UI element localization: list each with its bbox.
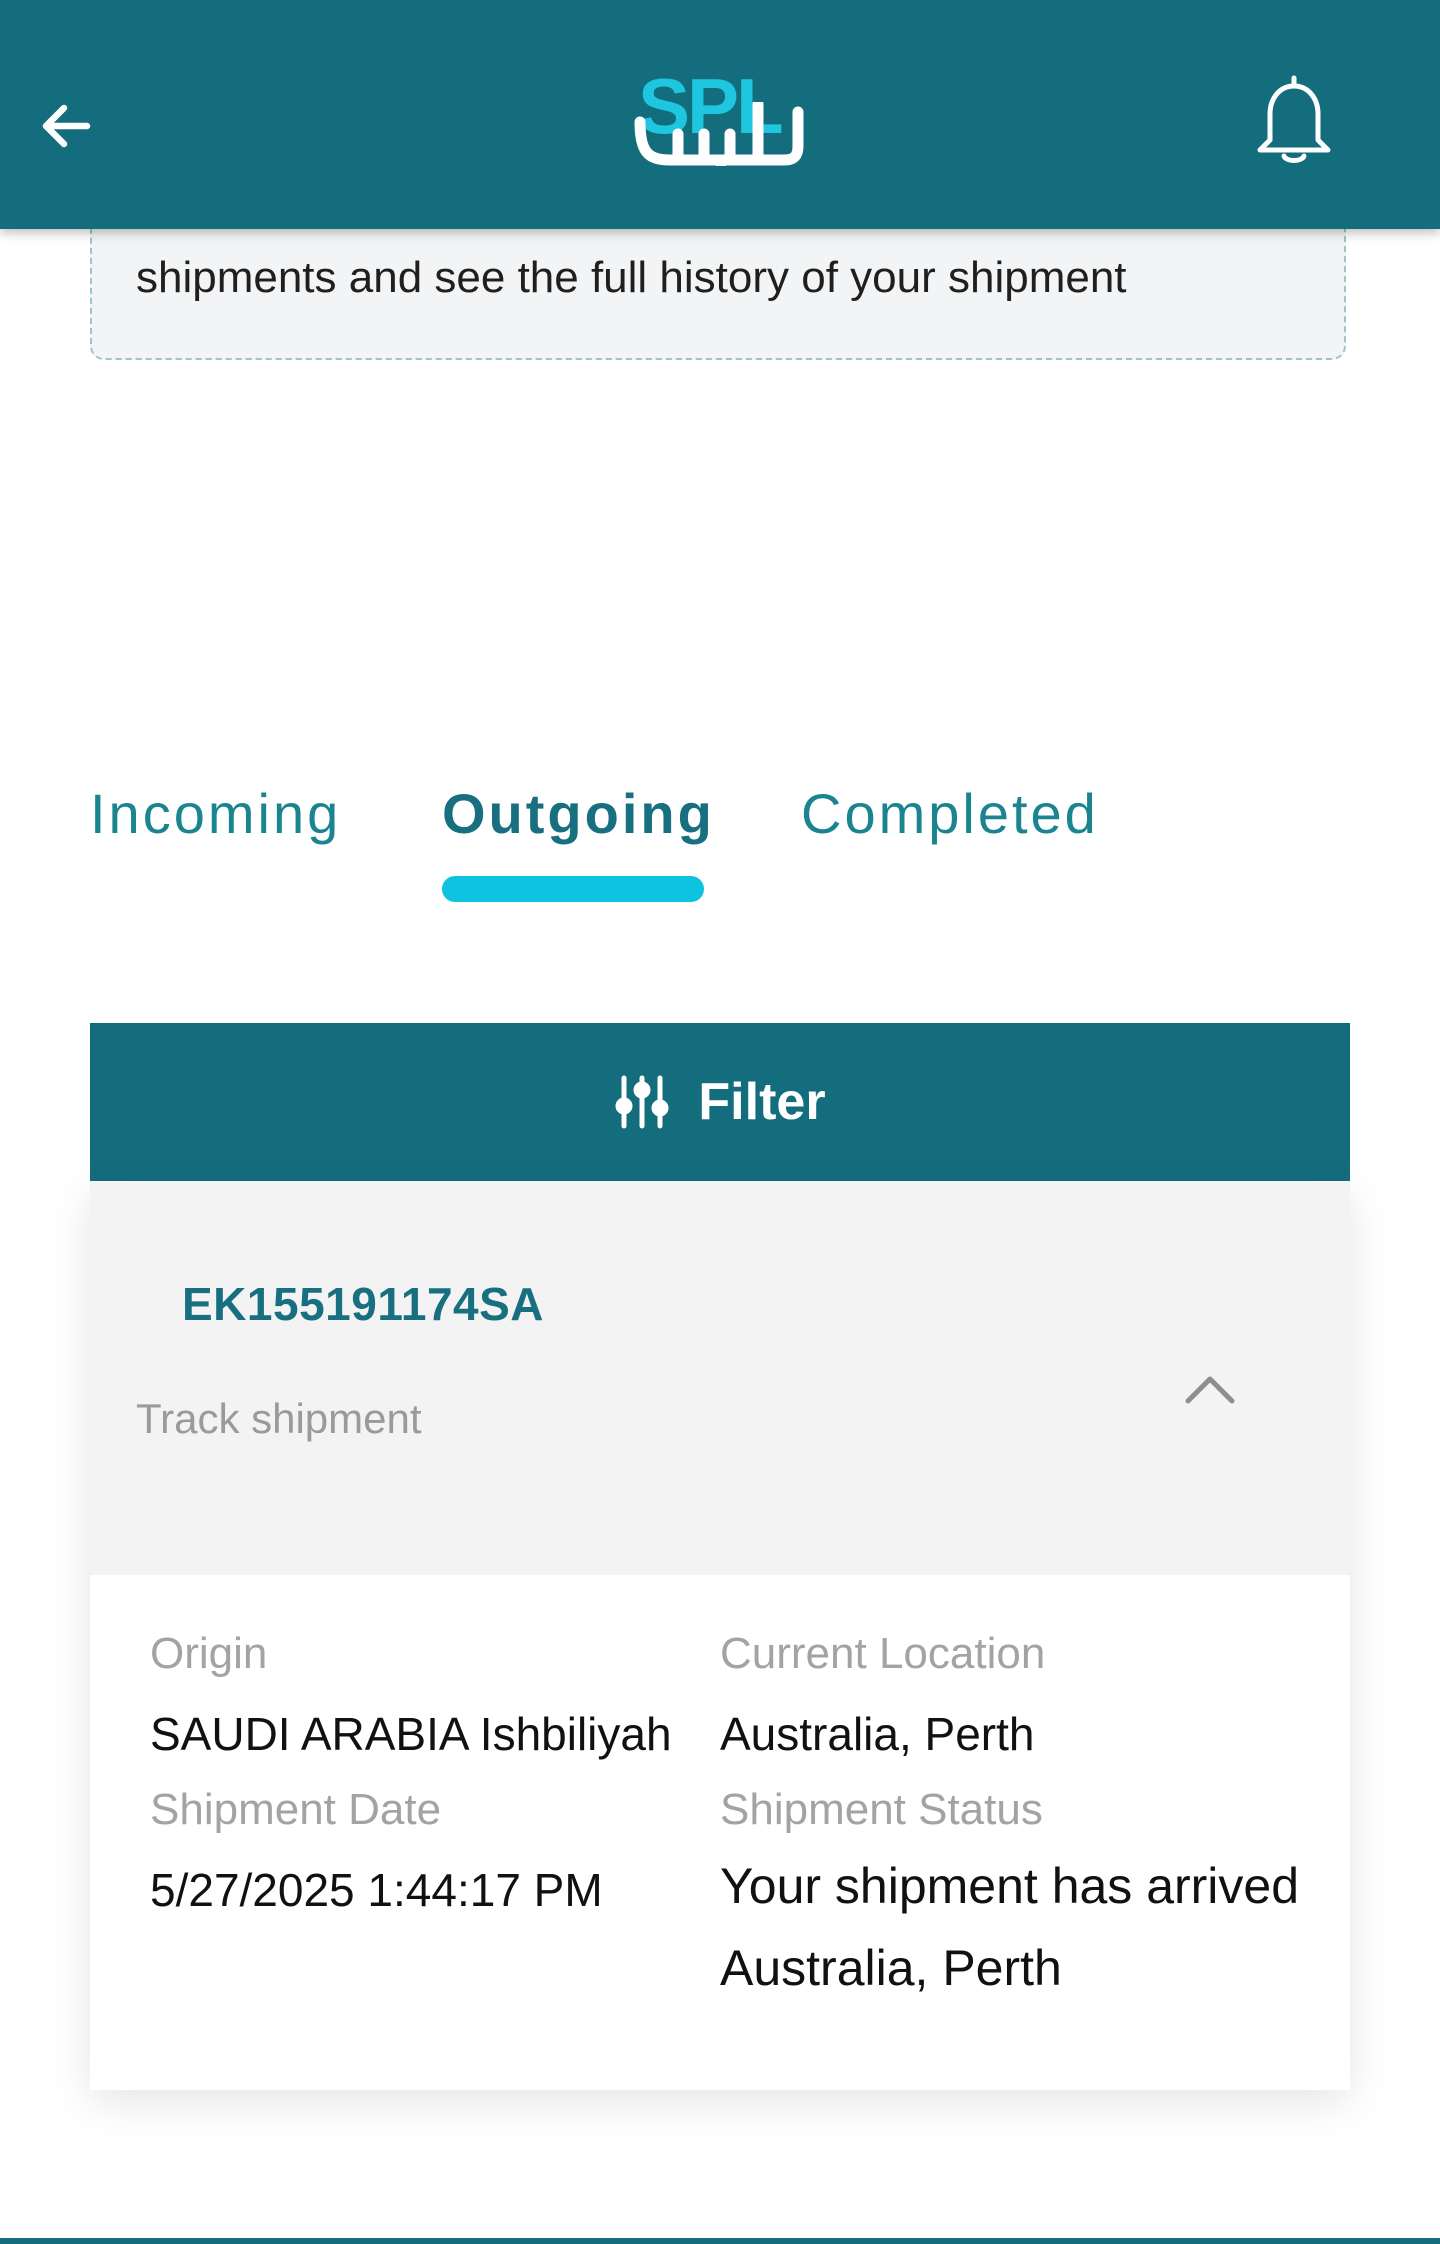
shipment-status-value: Your shipment has arrived Australia, Per… [720,1858,1300,1996]
tracking-number: EK155191174SA [182,1278,545,1330]
app-header: SPL [0,0,1440,229]
shipment-date-label: Shipment Date [150,1785,442,1834]
shipment-tabs: Incoming Outgoing Completed [90,770,1350,910]
tab-completed[interactable]: Completed [801,770,1099,858]
track-shipment-link[interactable]: Track shipment [136,1395,422,1443]
logo-arabic-mark [634,102,804,166]
shipment-card-header[interactable]: EK155191174SA Track shipment [90,1181,1350,1575]
bottom-divider [0,2238,1440,2244]
active-tab-indicator [442,876,704,902]
shipment-card: EK155191174SA Track shipment Origin SAUD… [90,1181,1350,2090]
filter-button[interactable]: Filter [90,1023,1350,1181]
collapse-button[interactable] [1172,1351,1248,1427]
arrow-left-icon [42,104,91,148]
tab-outgoing[interactable]: Outgoing [442,770,715,858]
shipments-screen: shipments and see the full history of yo… [0,0,1440,2244]
back-button[interactable] [26,86,106,166]
shipment-details: Origin SAUDI ARABIA Ishbiliyah Shipment … [90,1575,1350,2090]
filter-inner: Filter [614,1072,826,1132]
info-text: shipments and see the full history of yo… [136,253,1127,302]
shipment-date-value: 5/27/2025 1:44:17 PM [150,1864,603,1916]
origin-value: SAUDI ARABIA Ishbiliyah [150,1708,672,1760]
tab-incoming[interactable]: Incoming [90,770,341,858]
origin-label: Origin [150,1629,268,1678]
chevron-up-icon [1185,1376,1235,1404]
spl-logo: SPL [634,62,806,166]
current-location-value: Australia, Perth [720,1708,1035,1760]
sliders-icon [615,1075,669,1129]
notifications-button[interactable] [1246,66,1342,170]
current-location-label: Current Location [720,1629,1046,1678]
bell-icon [1257,75,1331,163]
shipment-status-label: Shipment Status [720,1785,1043,1834]
filter-label: Filter [698,1073,826,1131]
